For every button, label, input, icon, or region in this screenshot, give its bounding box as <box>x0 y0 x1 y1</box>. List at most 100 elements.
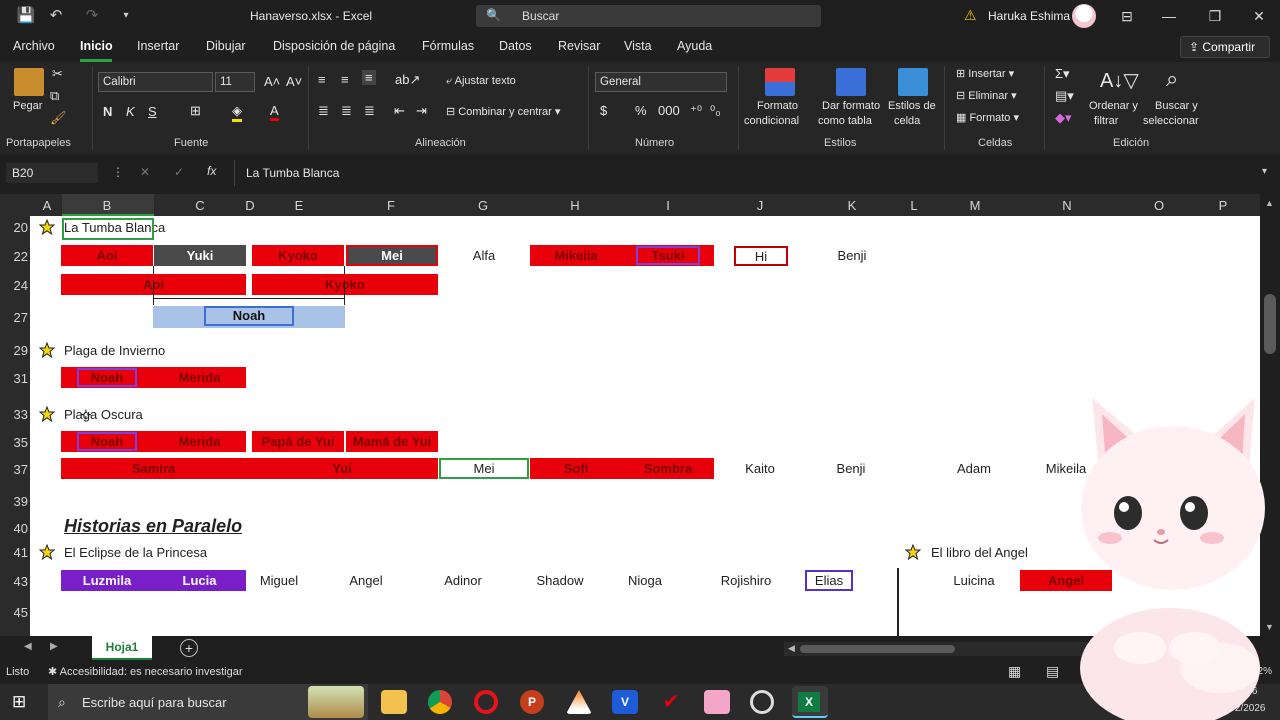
decrease-decimal-icon[interactable]: ⁰₀ <box>710 103 721 119</box>
cut-icon[interactable]: ✂ <box>52 66 63 82</box>
image-app-icon[interactable] <box>704 690 730 714</box>
cell-yuki[interactable]: Yuki <box>154 245 246 266</box>
align-right-icon[interactable]: ≣ <box>364 103 375 119</box>
col-o[interactable]: O <box>1152 198 1166 213</box>
row-31[interactable]: 31 <box>0 371 28 386</box>
app-v-icon[interactable]: V <box>612 690 638 714</box>
col-d[interactable]: D <box>244 198 256 213</box>
share-button[interactable]: ⇪ Compartir <box>1180 36 1270 58</box>
conditional-format-icon[interactable] <box>765 68 795 96</box>
merge-center-button[interactable]: ⊟ Combinar y centrar ▾ <box>446 105 560 118</box>
col-g[interactable]: G <box>476 198 490 213</box>
section-title-libro-angel[interactable]: El libro del Angel <box>931 545 1028 560</box>
file-explorer-icon[interactable] <box>381 690 407 714</box>
cell-nioga[interactable]: Nioga <box>599 570 691 591</box>
insert-cells-button[interactable]: ⊞ Insertar ▾ <box>956 67 1014 80</box>
currency-icon[interactable]: $ <box>600 103 607 118</box>
tab-insertar[interactable]: Insertar <box>137 39 179 53</box>
increase-decimal-icon[interactable]: ⁺⁰ <box>690 103 702 119</box>
autosum-icon[interactable]: Σ▾ <box>1055 66 1070 82</box>
cell-rojishiro[interactable]: Rojishiro <box>700 570 792 591</box>
accessibility-button[interactable]: ✱ Accesibilidad: es necesario investigar <box>48 665 243 678</box>
tab-vista[interactable]: Vista <box>624 39 652 53</box>
find-select-icon[interactable]: ⌕ <box>1166 66 1178 92</box>
enter-icon[interactable]: ✓ <box>174 165 184 179</box>
paste-label[interactable]: Pegar <box>13 100 42 112</box>
cell-mei-37[interactable]: Mei <box>439 458 529 479</box>
add-sheet-icon[interactable]: + <box>180 639 198 657</box>
cell-kyoko-parent[interactable]: Kyoko <box>252 274 438 295</box>
sheet-tab-hoja1[interactable]: Hoja1 <box>92 636 152 660</box>
cell-mikeila[interactable]: Mikeila <box>530 245 622 266</box>
fill-icon[interactable]: ▤▾ <box>1055 88 1074 104</box>
col-c[interactable]: C <box>193 198 207 213</box>
cell-styles-icon[interactable] <box>898 68 928 96</box>
cond-format-label-2[interactable]: condicional <box>744 115 799 127</box>
col-a[interactable]: A <box>40 198 54 213</box>
italic-icon[interactable]: K <box>126 104 135 119</box>
cell-benji-37[interactable]: Benji <box>806 458 896 479</box>
comma-style-icon[interactable]: 000 <box>658 103 680 118</box>
cell-lucia[interactable]: Lucia <box>153 570 246 591</box>
prev-sheet-icon[interactable]: ◀ <box>24 641 32 652</box>
shrink-font-icon[interactable]: A˅ <box>286 74 302 89</box>
row-43[interactable]: 43 <box>0 574 28 589</box>
row-20[interactable]: 20 <box>0 220 28 235</box>
row-27[interactable]: 27 <box>0 310 28 325</box>
row-35[interactable]: 35 <box>0 435 28 450</box>
number-format-select[interactable]: General <box>595 72 727 92</box>
normal-view-icon[interactable]: ▦ <box>1008 663 1021 680</box>
chrome-icon[interactable] <box>428 690 452 714</box>
percent-icon[interactable]: % <box>635 103 647 118</box>
sort-label-1[interactable]: Ordenar y <box>1089 100 1138 112</box>
avatar[interactable] <box>1072 4 1096 28</box>
col-n[interactable]: N <box>1060 198 1074 213</box>
cell-elias[interactable]: Elias <box>805 570 853 591</box>
tab-inicio[interactable]: Inicio <box>80 39 113 53</box>
cancel-icon[interactable]: ✕ <box>140 165 150 179</box>
page-layout-icon[interactable]: ▤ <box>1046 663 1059 680</box>
col-p[interactable]: P <box>1216 198 1230 213</box>
cell-luicina[interactable]: Luicina <box>928 570 1020 591</box>
insert-function-icon[interactable]: fx <box>207 164 216 178</box>
font-size-select[interactable]: 11 <box>215 72 255 92</box>
save-icon[interactable]: 💾 <box>16 6 36 26</box>
cell-kyoko[interactable]: Kyoko <box>252 245 344 266</box>
table-format-label-2[interactable]: como tabla <box>818 115 872 127</box>
paste-icon[interactable] <box>14 68 44 96</box>
cell-noah-35[interactable]: Noah <box>61 431 153 452</box>
formula-input[interactable] <box>234 160 1264 186</box>
cell-luzmila[interactable]: Luzmila <box>61 570 153 591</box>
close-icon[interactable]: ✕ <box>1244 6 1274 26</box>
col-k[interactable]: K <box>845 198 859 213</box>
row-29[interactable]: 29 <box>0 343 28 358</box>
cell-samira[interactable]: Samira <box>61 458 246 479</box>
opera-icon[interactable] <box>474 690 498 714</box>
cell-benji[interactable]: Benji <box>806 245 898 266</box>
align-left-icon[interactable]: ≣ <box>318 103 329 119</box>
active-cell-b20[interactable] <box>62 218 154 240</box>
cell-styles-label-1[interactable]: Estilos de <box>888 100 936 112</box>
cell-adam[interactable]: Adam <box>928 458 1020 479</box>
clear-icon[interactable]: ◆▾ <box>1055 110 1072 126</box>
wrap-text-button[interactable]: ⤶ Ajustar texto <box>446 75 516 88</box>
row-37[interactable]: 37 <box>0 462 28 477</box>
scroll-thumb[interactable] <box>1264 294 1276 354</box>
cell-adinor[interactable]: Adinor <box>417 570 509 591</box>
warning-icon[interactable]: ⚠ <box>964 7 977 24</box>
cell-noah-31[interactable]: Noah <box>61 367 153 388</box>
fill-color-icon[interactable]: ◈ <box>232 103 242 122</box>
table-format-label-1[interactable]: Dar formato <box>822 100 880 112</box>
cell-shadow[interactable]: Shadow <box>514 570 606 591</box>
row-33[interactable]: 33 <box>0 407 28 422</box>
user-name[interactable]: Haruka Eshima <box>988 9 1070 23</box>
row-24[interactable]: 24 <box>0 278 28 293</box>
minimize-icon[interactable]: — <box>1154 6 1184 26</box>
align-bottom-icon[interactable]: ≡ <box>362 70 376 85</box>
cell-merida-31[interactable]: Merida <box>153 367 246 388</box>
section-title-plaga-oscura[interactable]: Plaga Oscura <box>64 407 143 422</box>
scroll-up-icon[interactable]: ▲ <box>1265 198 1274 208</box>
tab-dibujar[interactable]: Dibujar <box>206 39 246 53</box>
sort-label-2[interactable]: filtrar <box>1094 115 1118 127</box>
cell-sofi[interactable]: Sofi <box>530 458 622 479</box>
